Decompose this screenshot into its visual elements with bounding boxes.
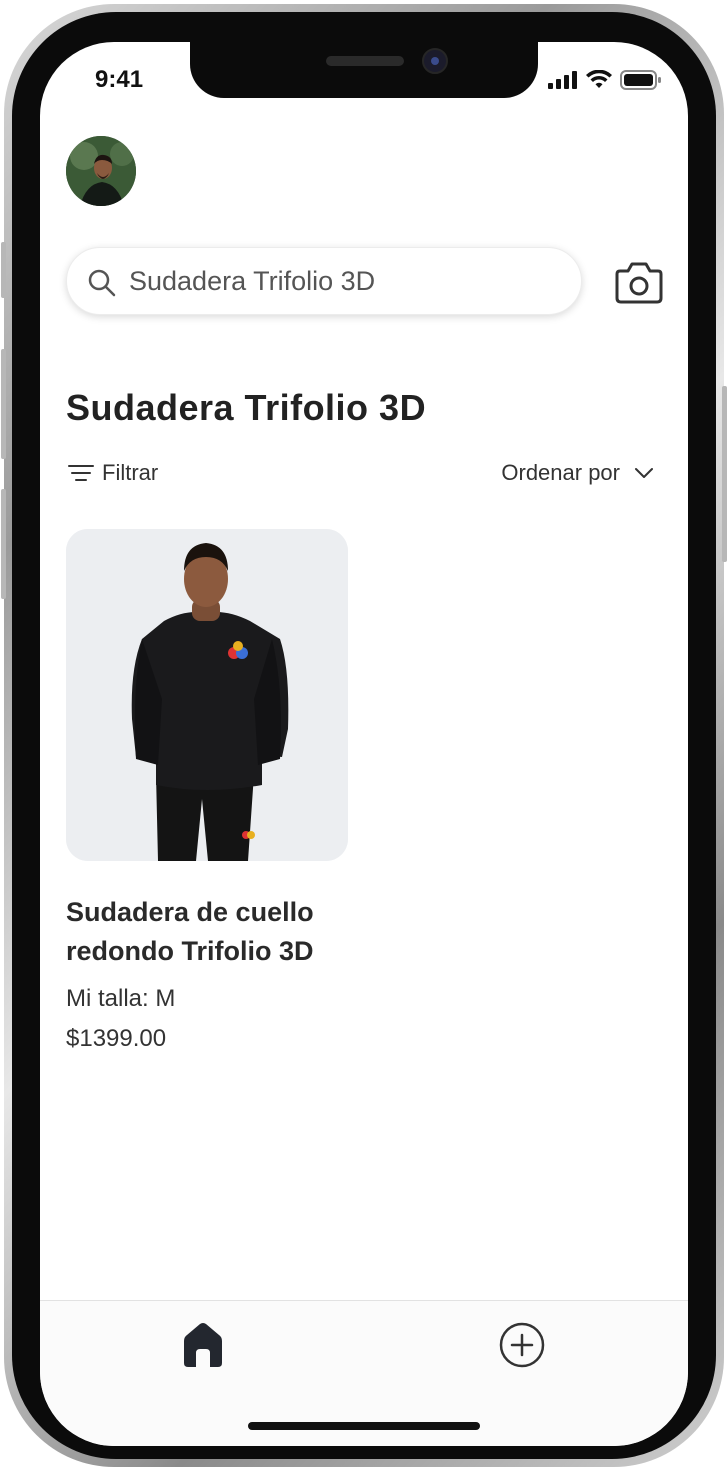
add-circle-icon [499, 1322, 545, 1368]
product-card[interactable]: Sudadera de cuello redondo Trifolio 3D M… [66, 529, 348, 1053]
product-price: $1399.00 [66, 1025, 167, 1052]
product-name[interactable]: Sudadera de cuello redondo Trifolio 3D [66, 893, 336, 971]
camera-search-button[interactable] [614, 259, 664, 305]
speaker-grille [326, 56, 404, 66]
product-size: Mi talla: M [66, 985, 176, 1012]
battery-icon [620, 70, 661, 90]
camera-icon [615, 262, 663, 304]
filter-button[interactable]: Filtrar [68, 460, 158, 486]
search-input[interactable]: Sudadera Trifolio 3D [129, 266, 375, 297]
home-indicator [248, 1422, 480, 1430]
mute-switch [1, 242, 6, 298]
volume-up-button [1, 349, 6, 459]
search-bar[interactable]: Sudadera Trifolio 3D [66, 247, 582, 315]
notch [190, 42, 538, 98]
front-camera [422, 48, 448, 74]
cellular-signal-icon [548, 71, 577, 89]
product-image[interactable] [66, 529, 348, 861]
power-button [722, 386, 727, 562]
filter-label: Filtrar [102, 460, 159, 485]
product-photo [66, 529, 348, 861]
search-icon [88, 269, 116, 297]
tab-home[interactable] [180, 1321, 226, 1369]
tab-add[interactable] [498, 1321, 546, 1369]
user-avatar[interactable] [66, 136, 136, 206]
home-icon [184, 1323, 222, 1367]
app-screen: 9:41 Sudadera Trifolio 3D Sudadera Trifo… [40, 42, 688, 1446]
sort-label: Ordenar por [501, 460, 620, 485]
chevron-down-icon [635, 468, 653, 478]
tab-bar [40, 1300, 688, 1446]
avatar-photo [66, 136, 136, 206]
volume-down-button [1, 489, 6, 599]
status-icons [548, 70, 662, 90]
filter-icon [68, 465, 94, 481]
sort-dropdown[interactable]: Ordenar por [501, 460, 654, 486]
status-time: 9:41 [95, 66, 144, 93]
wifi-icon [586, 70, 612, 88]
page-title: Sudadera Trifolio 3D [66, 387, 427, 428]
